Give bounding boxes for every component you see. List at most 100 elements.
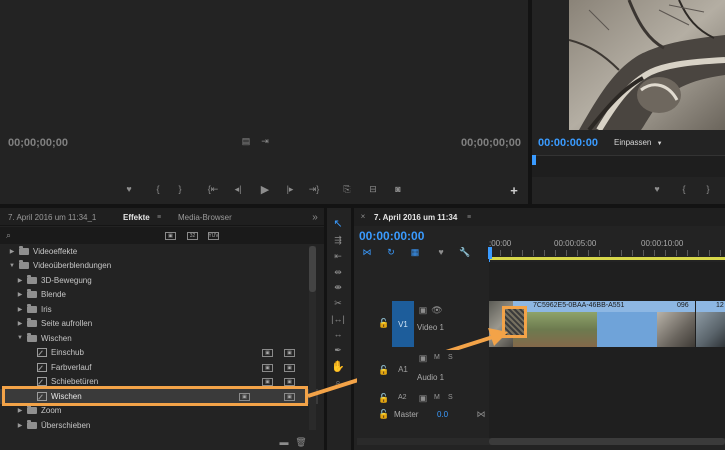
tree-item-videoeffekte[interactable]: ▶ Videoeffekte (0, 244, 318, 259)
collapsed-triangle-icon[interactable]: ▶ (16, 320, 24, 327)
snap-icon[interactable]: ⋈ (362, 247, 372, 257)
program-timecode[interactable]: 00:00:00:00 (538, 137, 598, 149)
new-folder-icon[interactable]: ▬ (279, 437, 289, 447)
tree-item-seite-aufrollen[interactable]: ▶ Seite aufrollen (0, 317, 318, 332)
overwrite-icon[interactable]: ⊟ (366, 184, 380, 194)
accelerated-badge-icon: ▣ (262, 364, 273, 372)
solo-button[interactable]: S (448, 394, 453, 401)
solo-button[interactable]: S (448, 354, 453, 361)
work-area-bar[interactable] (489, 257, 725, 260)
playhead-marker[interactable] (532, 155, 536, 165)
tree-item-blende[interactable]: ▶ Blende (0, 288, 318, 303)
export-frame-icon[interactable]: ◙ (392, 184, 404, 194)
search-icon[interactable]: ⌕ (4, 230, 13, 240)
effects-search-bar (0, 227, 324, 244)
lock-icon[interactable]: 🔓 (378, 365, 389, 375)
a2-track-label: A2 (398, 394, 407, 401)
selection-tool-icon[interactable]: ↖ (331, 217, 345, 230)
expanded-triangle-icon[interactable]: ▼ (16, 335, 24, 341)
tree-item-label: Zoom (41, 406, 62, 416)
expanded-triangle-icon[interactable]: ▼ (8, 263, 16, 269)
tree-item-uberschieben[interactable]: ▶ Überschieben (0, 418, 318, 433)
collapsed-triangle-icon[interactable]: ▶ (16, 407, 24, 414)
razor-tool-icon[interactable]: ✂ (331, 297, 345, 309)
eye-icon[interactable]: 👁 (431, 305, 443, 315)
tab-project[interactable]: 7. April 2016 um 11:34_1 (8, 213, 96, 222)
video-clip-2[interactable]: 096 (657, 301, 695, 347)
collapsed-triangle-icon[interactable]: ▶ (16, 277, 24, 284)
mute-button[interactable]: M (434, 394, 440, 401)
settings-icon[interactable]: ▤ (241, 136, 251, 146)
tree-item-label: 3D-Bewegung (41, 275, 92, 285)
mark-out-icon-program[interactable]: } (703, 184, 713, 194)
linked-selection-icon[interactable]: ↻ (386, 247, 396, 257)
accelerated-effects-icon[interactable]: ▣ (165, 232, 176, 240)
collapsed-triangle-icon[interactable]: ▶ (8, 248, 16, 255)
effects-scrollbar-thumb[interactable] (309, 246, 316, 292)
tree-branch-image (569, 0, 725, 130)
program-scrubber[interactable] (532, 155, 725, 177)
bowtie-icon[interactable]: ⋈ (476, 409, 486, 419)
clip-thumbnail (696, 312, 725, 347)
wrench-icon[interactable]: 🔧 (459, 247, 470, 257)
play-icon[interactable]: ▶ (259, 183, 271, 196)
marker-icon[interactable]: ♥ (124, 184, 134, 194)
tab-menu-icon[interactable]: ≡ (465, 213, 473, 221)
mark-in-icon[interactable]: { (153, 184, 163, 194)
trash-icon[interactable]: 🗑 (295, 437, 306, 447)
yuv-effects-icon[interactable]: YUV (208, 232, 219, 240)
step-back-icon[interactable]: ◂| (233, 184, 243, 194)
timeline-scrollbar-thumb[interactable] (489, 438, 725, 445)
tree-item-3d-bewegung[interactable]: ▶ 3D-Bewegung (0, 273, 318, 288)
collapsed-triangle-icon[interactable]: ▶ (16, 306, 24, 313)
a1-target-button[interactable]: A1 (392, 350, 414, 388)
program-video-frame (569, 0, 725, 130)
lock-icon[interactable]: 🔓 (378, 393, 389, 403)
overflow-chevron-icon[interactable]: » (310, 212, 320, 223)
tree-item-wischen-folder[interactable]: ▼ Wischen (0, 331, 318, 346)
sync-lock-icon[interactable]: ▣ (417, 305, 429, 315)
tree-item-iris[interactable]: ▶ Iris (0, 302, 318, 317)
tab-media-browser[interactable]: Media-Browser (178, 213, 232, 222)
close-icon[interactable]: × (359, 212, 367, 221)
folder-icon (27, 405, 37, 415)
marker-icon-timeline[interactable]: ♥ (436, 247, 446, 257)
mark-in-icon-program[interactable]: { (679, 184, 689, 194)
insert-arrow-icon[interactable]: ⇥ (260, 136, 270, 146)
collapsed-triangle-icon[interactable]: ▶ (16, 291, 24, 298)
tree-item-videouberblendungen[interactable]: ▼ Videoüberblendungen (0, 259, 318, 274)
tab-sequence[interactable]: 7. April 2016 um 11:34 (374, 213, 457, 222)
sync-lock-icon[interactable]: ▣ (417, 353, 429, 363)
clip-name: 096 (677, 302, 689, 309)
lock-icon[interactable]: 🔓 (378, 409, 389, 419)
track-select-tool-icon[interactable]: ⇶ (331, 234, 345, 246)
source-timecode[interactable]: 00;00;00;00 (8, 137, 68, 149)
ruler-label: 00:00:10:00 (641, 239, 684, 248)
add-button-icon[interactable]: + (508, 183, 520, 198)
32bit-effects-icon[interactable]: 32 (187, 232, 198, 240)
mark-out-icon[interactable]: } (175, 184, 185, 194)
go-to-out-icon[interactable]: ⇥} (308, 184, 320, 194)
tab-menu-icon[interactable]: ≡ (155, 213, 163, 221)
add-marker-icon[interactable]: ▦ (410, 247, 420, 257)
go-to-in-icon[interactable]: {⇤ (207, 184, 219, 194)
master-volume-value[interactable]: 0.0 (437, 410, 448, 419)
video-clip-3[interactable]: 12 (696, 301, 725, 347)
ripple-edit-tool-icon[interactable]: ⇤ (331, 250, 345, 262)
insert-icon[interactable]: ⎘ (340, 184, 354, 194)
rolling-edit-tool-icon[interactable]: ⇹ (331, 266, 345, 278)
timeline-playhead-handle[interactable] (488, 247, 492, 259)
mute-button[interactable]: M (434, 354, 440, 361)
step-forward-icon[interactable]: |▸ (285, 184, 295, 194)
tree-item-label: Blende (41, 290, 66, 300)
timeline-timecode[interactable]: 00:00:00:00 (359, 229, 424, 243)
collapsed-triangle-icon[interactable]: ▶ (16, 422, 24, 429)
source-monitor-panel (0, 0, 528, 204)
tab-effects[interactable]: Effekte (123, 213, 150, 222)
rate-stretch-tool-icon[interactable]: ⇼ (331, 281, 345, 293)
tree-item-label: Wischen (41, 333, 72, 343)
fit-dropdown[interactable]: Einpassen ▼ (614, 138, 663, 147)
sync-lock-icon[interactable]: ▣ (417, 393, 429, 403)
ruler-label: 00:00:05:00 (554, 239, 597, 248)
marker-icon-program[interactable]: ♥ (652, 184, 662, 194)
